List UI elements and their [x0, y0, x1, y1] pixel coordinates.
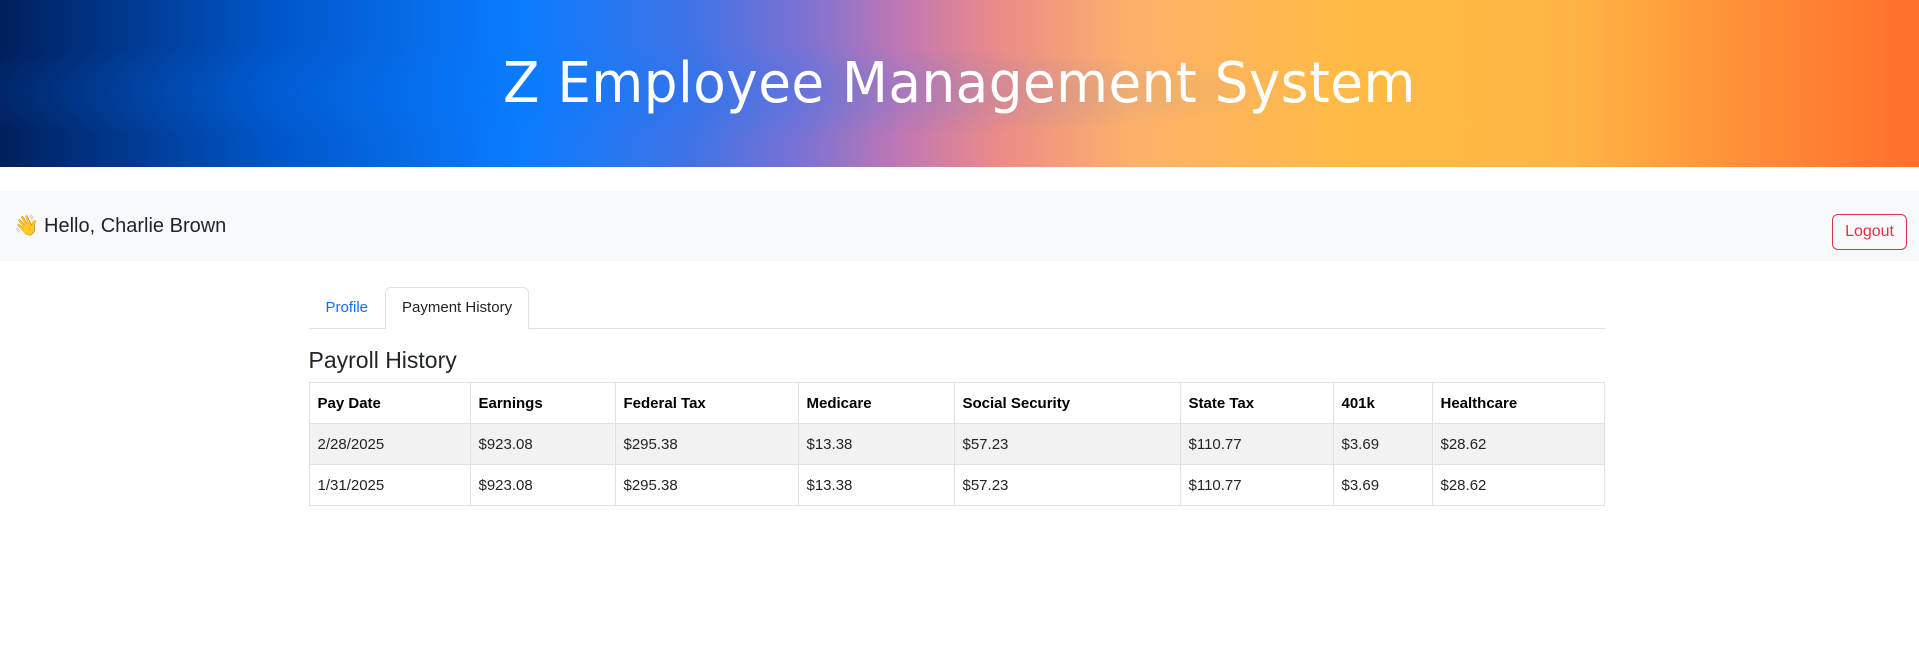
column-header-healthcare: Healthcare [1431, 382, 1605, 424]
cell-pay-date: 1/31/2025 [308, 464, 471, 506]
cell-federal-tax: $295.38 [614, 464, 799, 506]
cell-medicare: $13.38 [797, 464, 955, 506]
table-row: 1/31/2025 $923.08 $295.38 $13.38 $57.23 … [308, 464, 1605, 506]
cell-401k: $3.69 [1332, 464, 1433, 506]
cell-medicare: $13.38 [797, 423, 955, 465]
payroll-table: Pay Date Earnings Federal Tax Medicare S… [308, 382, 1605, 506]
tab-bar: Profile Payment History [308, 287, 1605, 329]
column-header-401k: 401k [1332, 382, 1433, 424]
column-header-social-security: Social Security [953, 382, 1181, 424]
column-header-state-tax: State Tax [1179, 382, 1334, 424]
header-banner: Z Employee Management System [0, 0, 1919, 167]
greeting-text: Hello, Charlie Brown [44, 214, 227, 237]
greeting: 👋 Hello, Charlie Brown [14, 215, 226, 238]
column-header-federal-tax: Federal Tax [614, 382, 799, 424]
table-row: 2/28/2025 $923.08 $295.38 $13.38 $57.23 … [308, 423, 1605, 465]
cell-earnings: $923.08 [469, 464, 616, 506]
main-content: Profile Payment History Payroll History … [308, 287, 1605, 506]
user-bar: 👋 Hello, Charlie Brown Logout [0, 191, 1919, 261]
cell-federal-tax: $295.38 [614, 423, 799, 465]
cell-earnings: $923.08 [469, 423, 616, 465]
table-header-row: Pay Date Earnings Federal Tax Medicare S… [308, 382, 1605, 424]
tab-profile[interactable]: Profile [309, 287, 386, 329]
cell-healthcare: $28.62 [1431, 464, 1605, 506]
section-title: Payroll History [308, 347, 457, 373]
column-header-pay-date: Pay Date [308, 382, 471, 424]
cell-state-tax: $110.77 [1179, 464, 1334, 506]
logout-button[interactable]: Logout [1832, 214, 1907, 250]
waving-hand-icon: 👋 [14, 215, 39, 237]
app-title: Z Employee Management System [503, 51, 1416, 116]
cell-401k: $3.69 [1332, 423, 1433, 465]
cell-pay-date: 2/28/2025 [308, 423, 471, 465]
cell-social-security: $57.23 [953, 423, 1181, 465]
column-header-earnings: Earnings [469, 382, 616, 424]
column-header-medicare: Medicare [797, 382, 955, 424]
cell-healthcare: $28.62 [1431, 423, 1605, 465]
cell-state-tax: $110.77 [1179, 423, 1334, 465]
cell-social-security: $57.23 [953, 464, 1181, 506]
tab-payment-history[interactable]: Payment History [385, 287, 530, 329]
